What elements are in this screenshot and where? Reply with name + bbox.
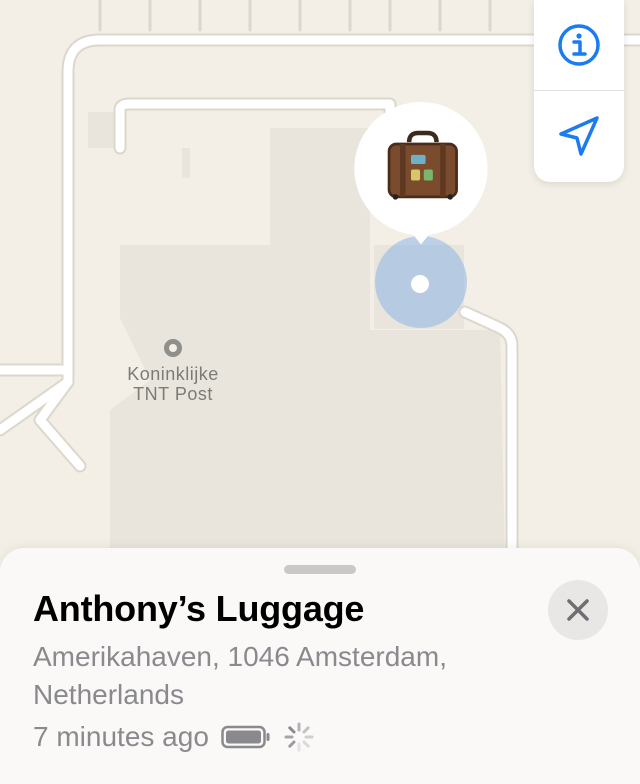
suitcase-icon — [387, 130, 458, 200]
status-row: 7 minutes ago — [33, 718, 315, 756]
track-location-button[interactable] — [534, 91, 624, 181]
poi-ring-icon[interactable] — [164, 339, 182, 357]
spinner-icon — [284, 722, 314, 752]
map-info-button[interactable] — [534, 0, 624, 90]
address-line2: Netherlands — [33, 679, 184, 710]
last-seen-time: 7 minutes ago — [33, 721, 209, 752]
current-location-dot — [411, 275, 429, 293]
item-title: Anthony’s Luggage — [33, 588, 365, 629]
battery-icon — [221, 725, 270, 749]
poi-label[interactable]: Koninklijke TNT Post — [100, 364, 246, 404]
poi-name-line2: TNT Post — [133, 384, 213, 404]
sheet-grabber[interactable] — [284, 565, 356, 574]
item-address: Amerikahaven, 1046 Amsterdam, Netherland… — [33, 638, 533, 714]
close-button[interactable] — [548, 580, 608, 640]
item-detail-sheet[interactable]: Anthony’s Luggage Amerikahaven, 1046 Ams… — [0, 548, 640, 784]
info-circle-icon — [558, 24, 600, 66]
map-controls — [534, 0, 624, 182]
poi-name-line1: Koninklijke — [127, 364, 219, 384]
location-arrow-icon — [559, 116, 599, 156]
item-pin[interactable] — [348, 102, 494, 248]
close-icon — [567, 599, 589, 621]
address-line1: Amerikahaven, 1046 Amsterdam, — [33, 641, 447, 672]
